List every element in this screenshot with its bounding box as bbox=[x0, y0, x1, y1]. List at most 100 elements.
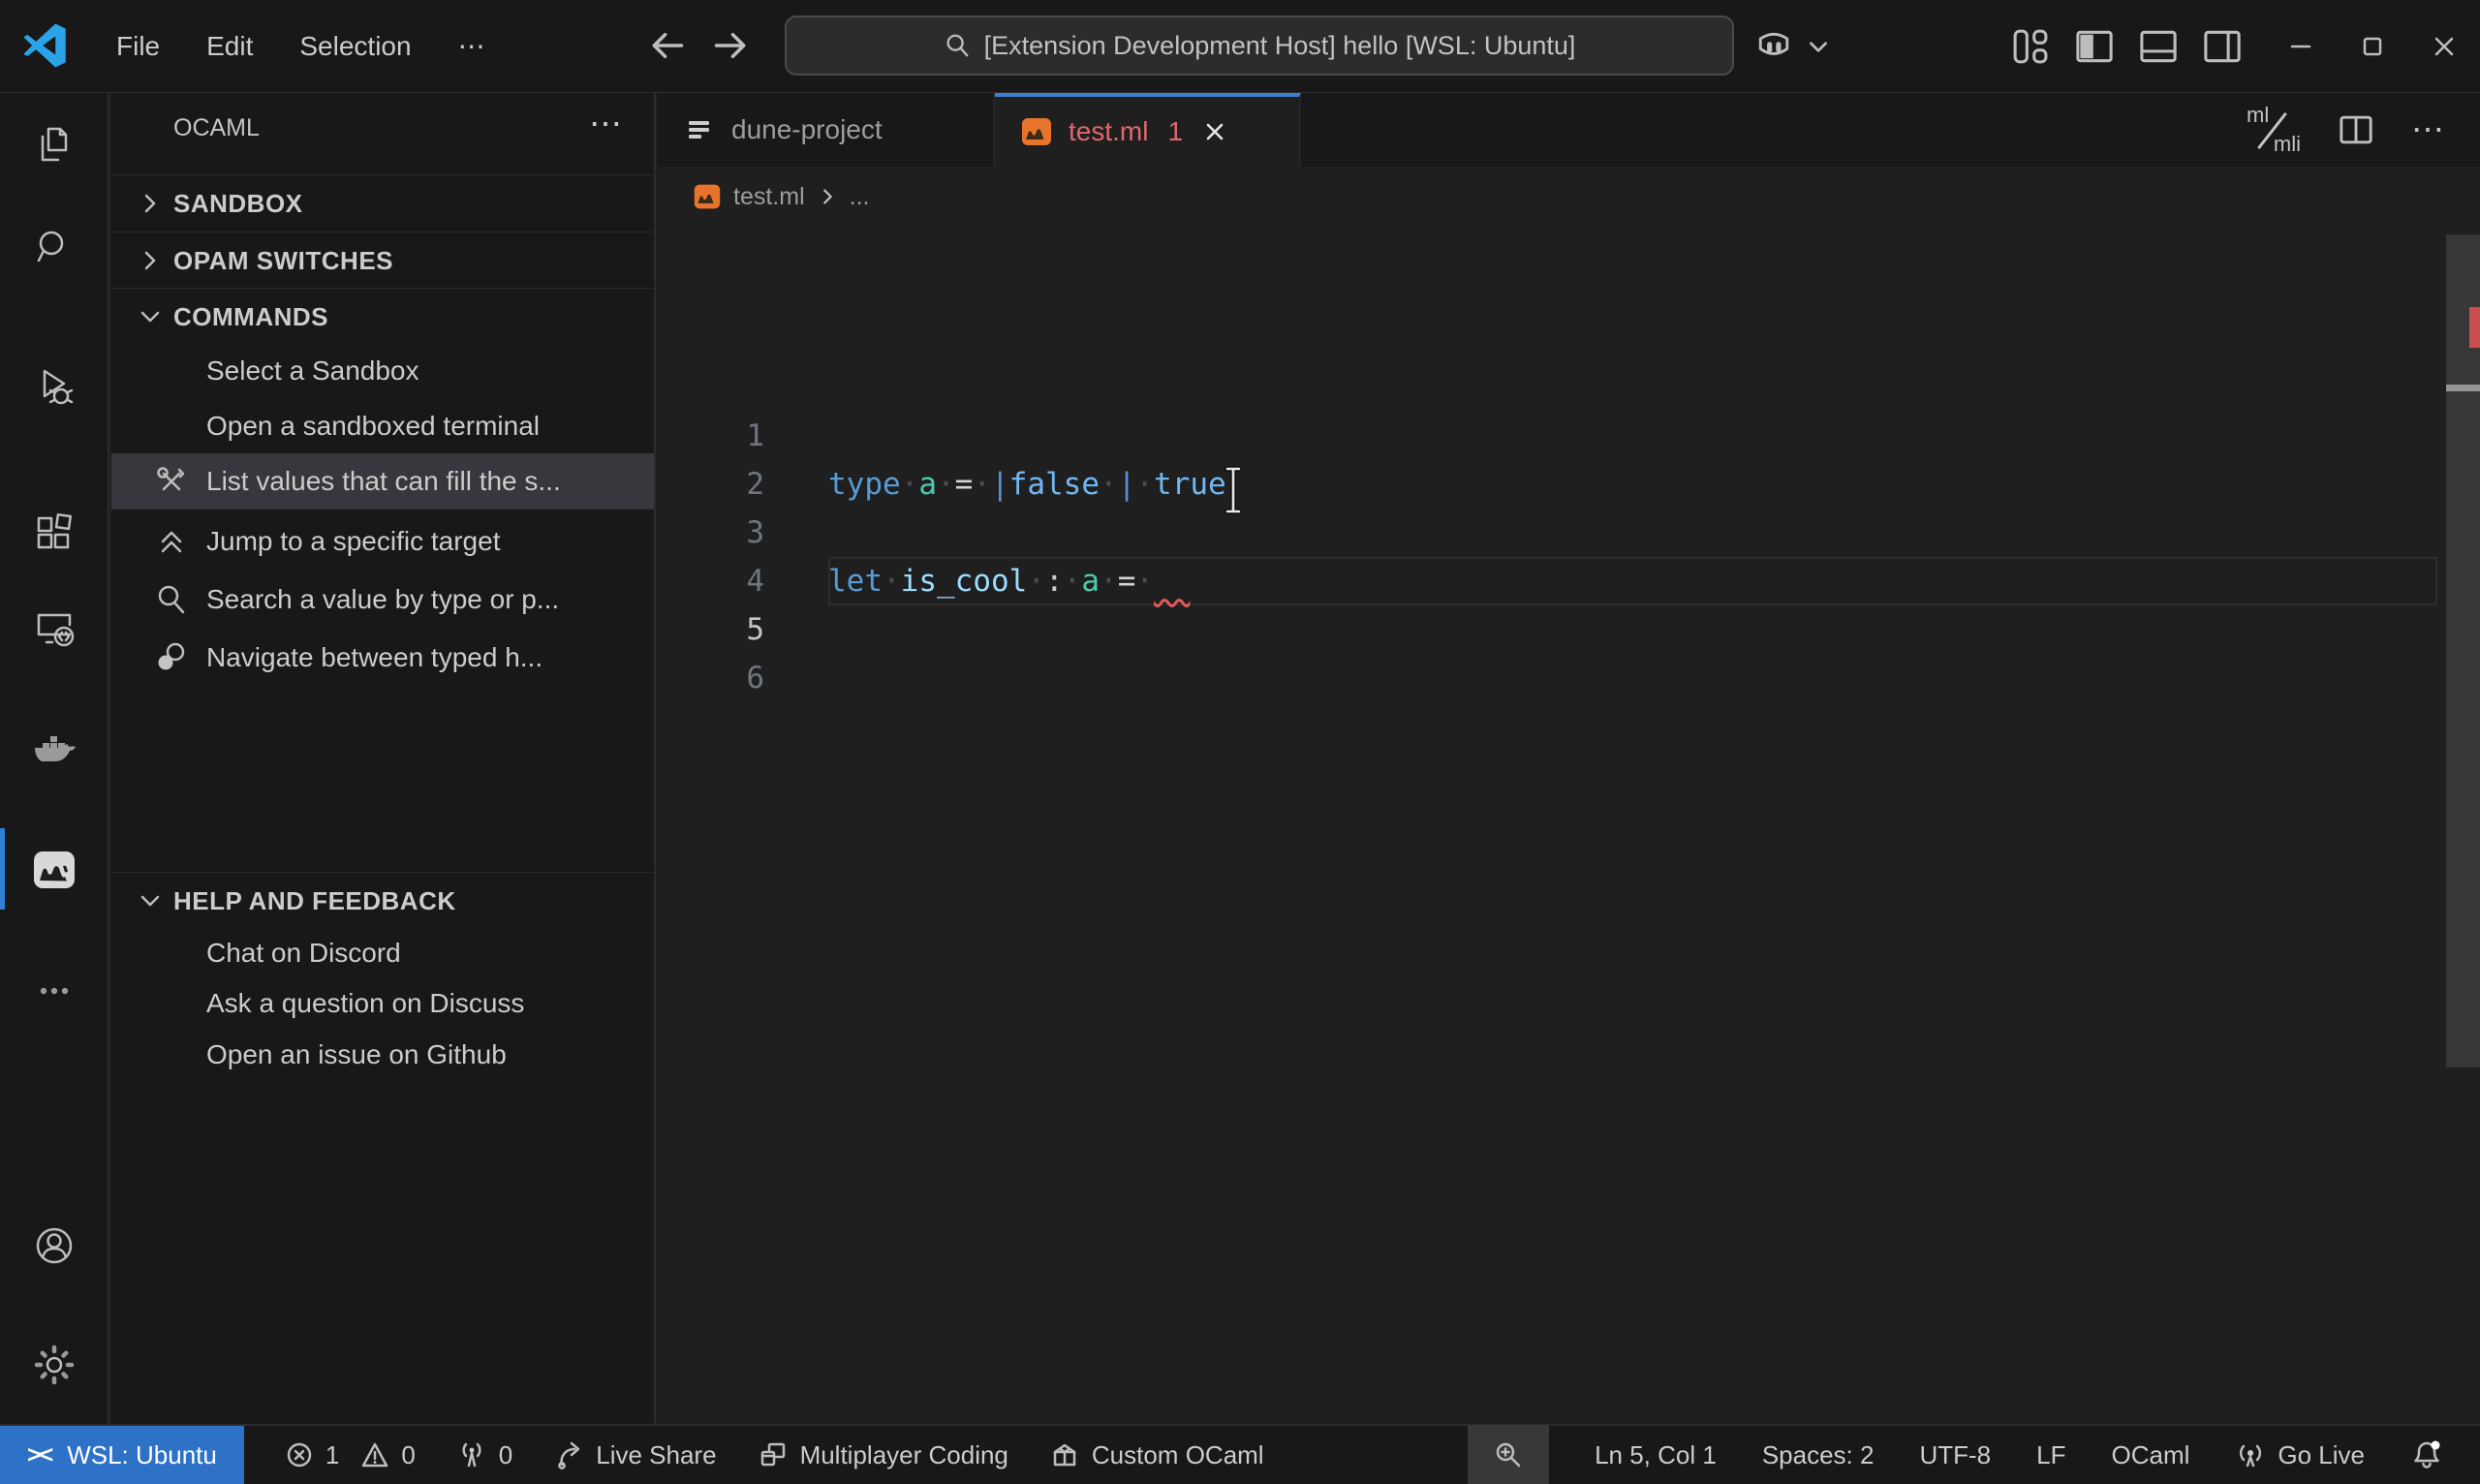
mouse-ibeam-cursor bbox=[1224, 466, 1242, 514]
command-select-sandbox[interactable]: Select a Sandbox bbox=[111, 343, 654, 399]
zoom-status[interactable] bbox=[1468, 1425, 1550, 1484]
help-label: Ask a question on Discuss bbox=[206, 988, 525, 1018]
encoding-status[interactable]: UTF-8 bbox=[1919, 1440, 1991, 1470]
run-debug-icon[interactable] bbox=[31, 363, 78, 410]
cursor-position-label: Ln 5, Col 1 bbox=[1595, 1439, 1717, 1469]
overview-ruler-cursor-mark bbox=[2446, 385, 2480, 391]
error-icon bbox=[287, 1442, 312, 1468]
minimize-button[interactable] bbox=[2265, 0, 2337, 92]
command-label: Navigate between typed h... bbox=[206, 642, 543, 672]
menu-file[interactable]: File bbox=[93, 21, 183, 72]
remote-icon: >< bbox=[27, 1440, 53, 1469]
eol-status[interactable]: LF bbox=[2036, 1440, 2065, 1470]
copilot-icon[interactable] bbox=[1752, 24, 1796, 69]
back-arrow-icon[interactable] bbox=[643, 22, 690, 69]
extensions-icon[interactable] bbox=[31, 510, 78, 557]
close-window-button[interactable] bbox=[2408, 0, 2480, 92]
search-icon bbox=[946, 34, 969, 57]
activity-bar bbox=[0, 93, 109, 1424]
settings-gear-icon[interactable] bbox=[31, 1342, 78, 1388]
close-tab-icon[interactable] bbox=[1200, 117, 1229, 146]
line-number: 6 bbox=[746, 661, 764, 696]
notifications-bell[interactable] bbox=[2410, 1438, 2443, 1471]
chevron-down-icon[interactable] bbox=[1804, 24, 1833, 69]
ocaml-view-icon[interactable] bbox=[31, 846, 78, 892]
editor-actions: ml mli ⋯ bbox=[2245, 93, 2480, 167]
tab-dune-project[interactable]: dune-project bbox=[658, 93, 995, 167]
toggle-panel-icon[interactable] bbox=[2136, 24, 2181, 69]
section-label: HELP AND FEEDBACK bbox=[173, 885, 456, 915]
editor-more-actions-icon[interactable]: ⋯ bbox=[2411, 110, 2447, 149]
maximize-button[interactable] bbox=[2337, 0, 2408, 92]
search-view-icon[interactable] bbox=[31, 224, 78, 270]
remote-indicator[interactable]: >< WSL: Ubuntu bbox=[0, 1426, 244, 1484]
code-area[interactable]: 1 type·a·=·|false·|·true 2 3 let·is_cool… bbox=[658, 227, 2480, 1424]
problems-status[interactable]: 1 0 bbox=[285, 1440, 416, 1470]
ocaml-file-icon bbox=[1022, 118, 1051, 145]
command-navigate-holes[interactable]: Navigate between typed h... bbox=[111, 630, 654, 686]
remote-explorer-icon[interactable] bbox=[31, 605, 78, 652]
overview-ruler-error-mark bbox=[2469, 307, 2480, 348]
switch-ml-mli-icon[interactable]: ml mli bbox=[2245, 103, 2301, 156]
go-live-status[interactable]: Go Live bbox=[2235, 1439, 2365, 1470]
tab-test-ml[interactable]: test.ml 1 bbox=[995, 93, 1301, 167]
command-jump-target[interactable]: Jump to a specific target bbox=[111, 513, 654, 570]
explorer-icon[interactable] bbox=[31, 121, 78, 168]
chevron-down-icon bbox=[140, 311, 160, 323]
section-opam-switches[interactable]: OPAM SWITCHES bbox=[111, 232, 654, 289]
accounts-icon[interactable] bbox=[31, 1222, 78, 1269]
status-bar: >< WSL: Ubuntu 1 0 0 Live Share Multipla… bbox=[0, 1424, 2480, 1484]
command-open-terminal[interactable]: Open a sandboxed terminal bbox=[111, 398, 654, 454]
more-views-icon[interactable] bbox=[31, 968, 78, 1014]
mlmli-bottom-label: mli bbox=[2273, 132, 2301, 156]
section-sandbox[interactable]: SANDBOX bbox=[111, 175, 654, 232]
vscode-window: File Edit Selection ⋯ [Extension Develop… bbox=[0, 0, 2480, 1484]
command-center-search[interactable]: [Extension Development Host] hello [WSL:… bbox=[785, 15, 1734, 76]
live-share-status[interactable]: Live Share bbox=[553, 1439, 717, 1470]
multiplayer-coding-status[interactable]: Multiplayer Coding bbox=[758, 1439, 1008, 1470]
help-chat-discord[interactable]: Chat on Discord bbox=[111, 925, 654, 981]
command-label: Select a Sandbox bbox=[206, 356, 419, 386]
docker-icon[interactable] bbox=[31, 727, 78, 774]
forward-arrow-icon[interactable] bbox=[708, 22, 755, 69]
go-live-label: Go Live bbox=[2278, 1439, 2365, 1469]
title-bar: File Edit Selection ⋯ [Extension Develop… bbox=[0, 0, 2480, 93]
editor-group: dune-project test.ml 1 ml mli ⋯ test.ml … bbox=[658, 93, 2480, 1424]
menu-selection[interactable]: Selection bbox=[276, 21, 434, 72]
customize-layout-icon[interactable] bbox=[2008, 24, 2053, 69]
split-editor-icon[interactable] bbox=[2336, 109, 2376, 150]
section-help-feedback[interactable]: HELP AND FEEDBACK bbox=[111, 873, 654, 929]
bell-icon bbox=[2414, 1440, 2440, 1469]
breadcrumb-file[interactable]: test.ml bbox=[733, 183, 805, 211]
sidebar-more-actions-icon[interactable]: ⋯ bbox=[589, 105, 625, 143]
broadcast-icon bbox=[2240, 1444, 2262, 1468]
section-commands[interactable]: COMMANDS bbox=[111, 289, 654, 345]
command-label: Open a sandboxed terminal bbox=[206, 411, 540, 441]
custom-ocaml-label: Custom OCaml bbox=[1091, 1439, 1264, 1469]
cursor-position-status[interactable]: Ln 5, Col 1 bbox=[1595, 1440, 1717, 1470]
language-mode-status[interactable]: OCaml bbox=[2111, 1440, 2189, 1470]
breadcrumb-symbol[interactable]: ... bbox=[850, 183, 870, 211]
tab-label: test.ml bbox=[1069, 116, 1149, 146]
custom-ocaml-status[interactable]: Custom OCaml bbox=[1049, 1439, 1264, 1470]
toggle-primary-sidebar-icon[interactable] bbox=[2072, 24, 2117, 69]
multiplayer-label: Multiplayer Coding bbox=[799, 1439, 1008, 1469]
menu-edit[interactable]: Edit bbox=[183, 21, 276, 72]
menu-more[interactable]: ⋯ bbox=[435, 20, 509, 72]
double-chevron-up-icon bbox=[161, 531, 182, 553]
command-search-value[interactable]: Search a value by type or p... bbox=[111, 572, 654, 628]
help-open-issue[interactable]: Open an issue on Github bbox=[111, 1027, 654, 1083]
error-count: 1 bbox=[325, 1439, 340, 1469]
mlmli-top-label: ml bbox=[2247, 103, 2270, 127]
help-ask-discuss[interactable]: Ask a question on Discuss bbox=[111, 975, 654, 1032]
package-icon bbox=[1053, 1443, 1076, 1467]
ports-status[interactable]: 0 bbox=[456, 1439, 512, 1470]
scrollbar-slider[interactable] bbox=[2446, 234, 2480, 1067]
sidebar-ocaml: OCAML ⋯ SANDBOX OPAM SWITCHES COMMANDS S… bbox=[111, 93, 656, 1424]
indentation-status[interactable]: Spaces: 2 bbox=[1762, 1440, 1875, 1470]
code-line: 2 bbox=[658, 412, 2480, 502]
command-list-values[interactable]: List values that can fill the s... bbox=[111, 453, 654, 510]
section-label: COMMANDS bbox=[173, 301, 328, 331]
toggle-secondary-sidebar-icon[interactable] bbox=[2200, 24, 2245, 69]
command-label: Jump to a specific target bbox=[206, 526, 501, 556]
